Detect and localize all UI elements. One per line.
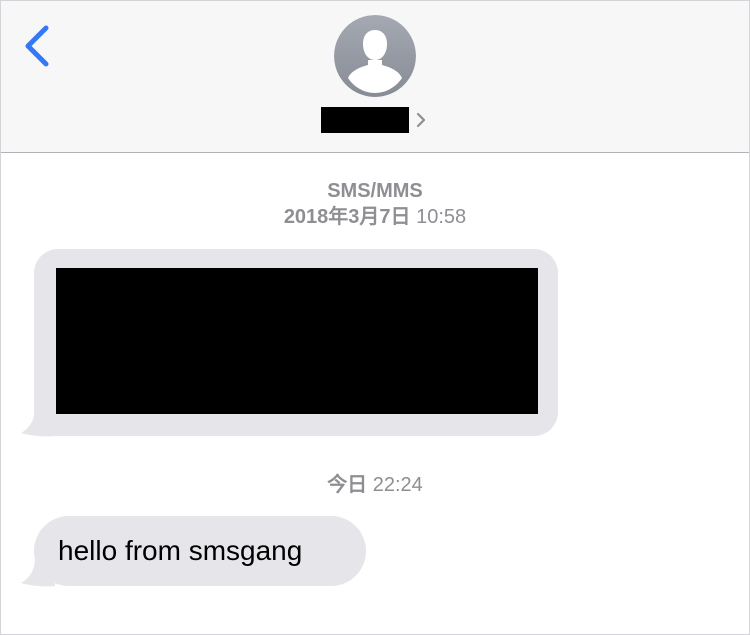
timestamp-time: 22:24 xyxy=(372,474,423,496)
message-bubble-incoming[interactable] xyxy=(34,249,558,436)
messages-screen: SMS/MMS 2018年3月7日 10:58 今日 22:24 hello f… xyxy=(0,0,750,635)
contact-avatar[interactable] xyxy=(334,15,416,97)
conversation-header xyxy=(1,1,749,153)
contact-name-redacted xyxy=(321,107,409,133)
bubble-tail xyxy=(21,557,55,587)
contact-name-button[interactable] xyxy=(321,105,427,135)
message-bubble-incoming[interactable]: hello from smsgang xyxy=(34,516,366,586)
timestamp-date: 2018年3月7日 xyxy=(283,206,411,228)
service-label: SMS/MMS xyxy=(1,179,749,203)
message-text: hello from smsgang xyxy=(58,535,303,566)
timestamp-day: 今日 xyxy=(327,474,368,496)
redacted-message-content xyxy=(56,268,538,414)
timestamp-time: 10:58 xyxy=(416,206,467,228)
person-silhouette-icon xyxy=(334,15,416,97)
back-button[interactable] xyxy=(19,23,63,73)
bubble-tail xyxy=(21,406,55,437)
message-timestamp: 今日 22:24 xyxy=(1,473,749,497)
chevron-left-icon xyxy=(25,25,49,67)
message-timestamp: 2018年3月7日 10:58 xyxy=(1,205,749,229)
chevron-right-icon xyxy=(416,112,426,128)
service-label-text: SMS/MMS xyxy=(327,180,423,202)
